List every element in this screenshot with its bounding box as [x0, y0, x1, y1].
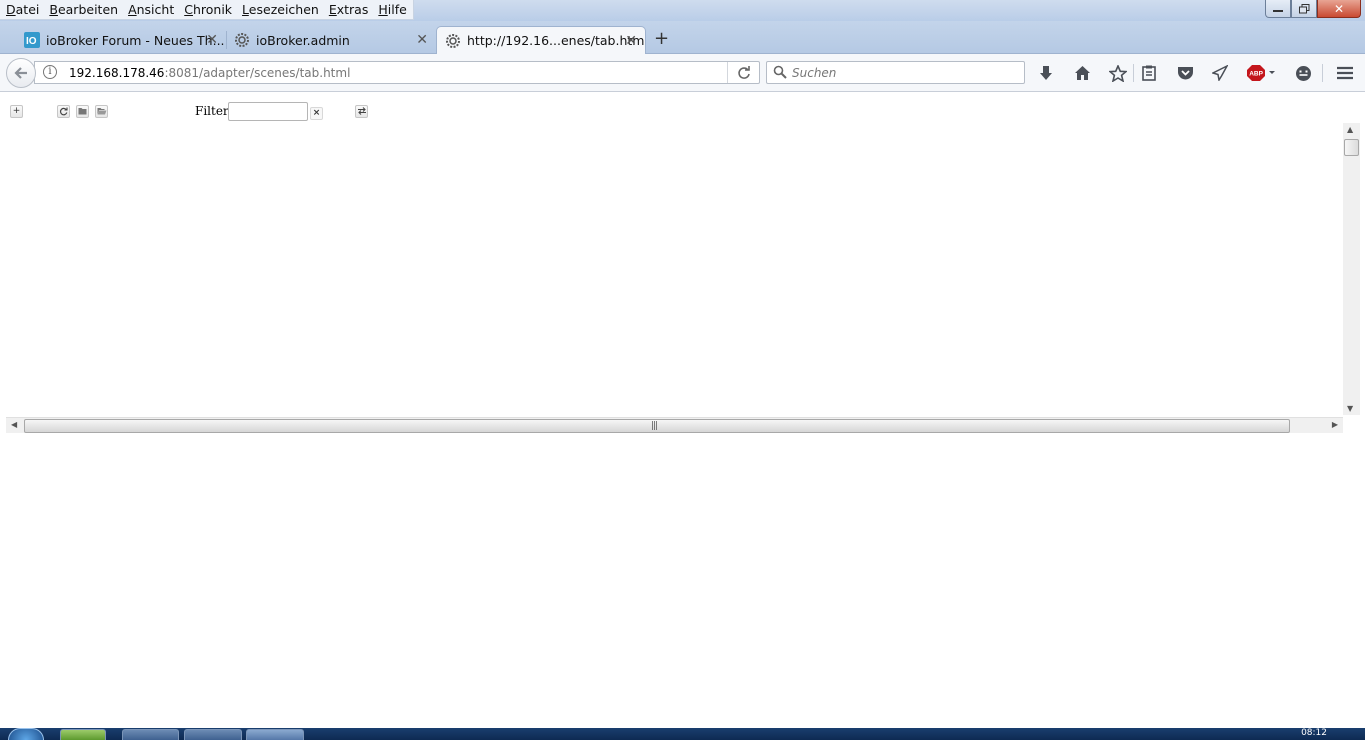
- adblock-plus-button[interactable]: ABP: [1246, 63, 1278, 83]
- menu-item-bearbeiten[interactable]: Bearbeiten: [45, 0, 124, 19]
- smiley-icon: [1295, 65, 1311, 81]
- tab-close-icon[interactable]: ✕: [206, 32, 218, 48]
- taskbar-app-button[interactable]: [122, 729, 179, 740]
- search-bar[interactable]: Suchen: [766, 61, 1025, 84]
- url-host: 192.168.178.46: [69, 66, 165, 80]
- search-icon: [773, 65, 787, 79]
- home-icon: [1074, 66, 1090, 80]
- clear-icon: ×: [312, 108, 321, 118]
- info-icon[interactable]: i: [43, 65, 57, 79]
- menu-item-lesezeichen[interactable]: Lesezeichen: [238, 0, 325, 19]
- bookmark-star-button[interactable]: [1108, 63, 1128, 83]
- url-path: :8081/adapter/scenes/tab.html: [164, 66, 351, 80]
- scroll-down-icon[interactable]: ▼: [1347, 404, 1353, 413]
- reload-icon: [737, 65, 750, 79]
- download-arrow-icon: [1040, 66, 1052, 80]
- tab-close-icon[interactable]: ✕: [625, 33, 637, 49]
- scroll-up-icon[interactable]: ▲: [1347, 125, 1353, 134]
- toolbar-separator: [1133, 64, 1134, 82]
- toolbar-separator: [1322, 64, 1323, 82]
- star-icon: [1109, 64, 1127, 82]
- menu-item-ansicht[interactable]: Ansicht: [124, 0, 180, 19]
- taskbar-app-button[interactable]: [184, 729, 242, 740]
- minimize-button[interactable]: [1265, 0, 1291, 18]
- pocket-icon: [1177, 67, 1193, 80]
- back-button[interactable]: [6, 58, 36, 88]
- tab-iobroker-admin[interactable]: ioBroker.admin ✕: [226, 26, 436, 54]
- page-content: + Filter: × ▲ ▼ ◀ ||| ▶: [0, 93, 1365, 728]
- close-window-button[interactable]: ✕: [1317, 0, 1361, 18]
- close-icon: ✕: [1333, 1, 1345, 16]
- horizontal-scrollbar[interactable]: ◀ ||| ▶: [6, 417, 1343, 433]
- tab-close-icon[interactable]: ✕: [416, 32, 428, 48]
- horizontal-scroll-thumb[interactable]: |||: [24, 419, 1290, 433]
- clear-filter-button[interactable]: ×: [310, 107, 323, 120]
- navigation-bar: i 192.168.178.46:8081/adapter/scenes/tab…: [0, 54, 1365, 92]
- plus-icon: +: [12, 106, 21, 116]
- back-arrow-icon: [14, 67, 27, 79]
- home-button[interactable]: [1072, 63, 1092, 83]
- svg-text:IO: IO: [26, 36, 37, 47]
- send-button[interactable]: [1210, 63, 1230, 83]
- minimize-icon: [1273, 9, 1283, 12]
- grip-icon: |||: [651, 421, 658, 431]
- iobroker-logo-icon: IO: [24, 32, 40, 48]
- toggle-view-button[interactable]: [355, 105, 368, 118]
- swap-arrows-icon: [357, 107, 366, 115]
- tab-scenes-active[interactable]: http://192.16...enes/tab.html ✕: [436, 26, 646, 54]
- refresh-button[interactable]: [57, 105, 70, 118]
- vertical-scroll-thumb[interactable]: [1344, 139, 1359, 156]
- hamburger-menu-icon: [1337, 66, 1353, 80]
- menu-item-extras[interactable]: Extras: [325, 0, 375, 19]
- refresh-icon: [59, 107, 68, 116]
- clock: 08:12: [1301, 728, 1327, 738]
- filter-input[interactable]: [228, 102, 308, 121]
- taskbar-app-button[interactable]: [60, 729, 106, 740]
- gear-icon: [445, 33, 461, 49]
- menu-bar: Datei Bearbeiten Ansicht Chronik Lesezeichen…: [0, 0, 414, 20]
- tab-strip: IO ioBroker Forum - Neues Th... ✕ ioBrok…: [0, 21, 1365, 54]
- clipboard-list-icon: [1142, 65, 1156, 81]
- url-bar[interactable]: i 192.168.178.46:8081/adapter/scenes/tab…: [34, 61, 760, 84]
- url-text[interactable]: 192.168.178.46:8081/adapter/scenes/tab.h…: [69, 66, 350, 80]
- add-scene-button[interactable]: +: [10, 105, 23, 118]
- tab-iobroker-forum[interactable]: IO ioBroker Forum - Neues Th... ✕: [16, 26, 226, 54]
- taskbar-firefox-button[interactable]: [246, 729, 304, 740]
- folder-icon: [78, 108, 87, 115]
- restore-icon: [1298, 3, 1309, 13]
- paper-plane-icon: [1212, 65, 1228, 81]
- menu-item-chronik[interactable]: Chronik: [180, 0, 238, 19]
- scroll-left-icon[interactable]: ◀: [11, 420, 17, 429]
- downloads-button[interactable]: [1036, 63, 1056, 83]
- title-bar: Datei Bearbeiten Ansicht Chronik Lesezeichen…: [0, 0, 1365, 21]
- new-tab-button[interactable]: +: [654, 28, 669, 49]
- taskbar: 08:12: [0, 728, 1365, 740]
- bookmarks-menu-button[interactable]: [1139, 63, 1159, 83]
- menu-item-hilfe[interactable]: Hilfe: [374, 0, 412, 19]
- tab-label: ioBroker Forum - Neues Th...: [46, 32, 225, 48]
- feedback-button[interactable]: [1293, 63, 1313, 83]
- folder-button[interactable]: [76, 105, 89, 118]
- start-button[interactable]: [8, 728, 44, 740]
- open-folder-icon: [97, 108, 106, 115]
- svg-text:ABP: ABP: [1249, 71, 1263, 78]
- tab-label: http://192.16...enes/tab.html: [467, 33, 645, 48]
- reload-button[interactable]: [727, 62, 759, 83]
- window-controls: ✕: [1265, 0, 1361, 18]
- tab-label: ioBroker.admin: [256, 32, 350, 48]
- pocket-button[interactable]: [1175, 63, 1195, 83]
- abp-icon: ABP: [1247, 65, 1275, 81]
- scroll-right-icon[interactable]: ▶: [1332, 420, 1338, 429]
- scenes-toolbar: + Filter: ×: [10, 101, 390, 121]
- search-placeholder: Suchen: [792, 66, 837, 80]
- hamburger-menu-button[interactable]: [1335, 63, 1355, 83]
- vertical-scrollbar[interactable]: ▲ ▼: [1343, 123, 1360, 415]
- open-folder-button[interactable]: [95, 105, 108, 118]
- restore-button[interactable]: [1291, 0, 1317, 18]
- menu-item-datei[interactable]: Datei: [2, 0, 45, 19]
- gear-icon: [234, 32, 250, 48]
